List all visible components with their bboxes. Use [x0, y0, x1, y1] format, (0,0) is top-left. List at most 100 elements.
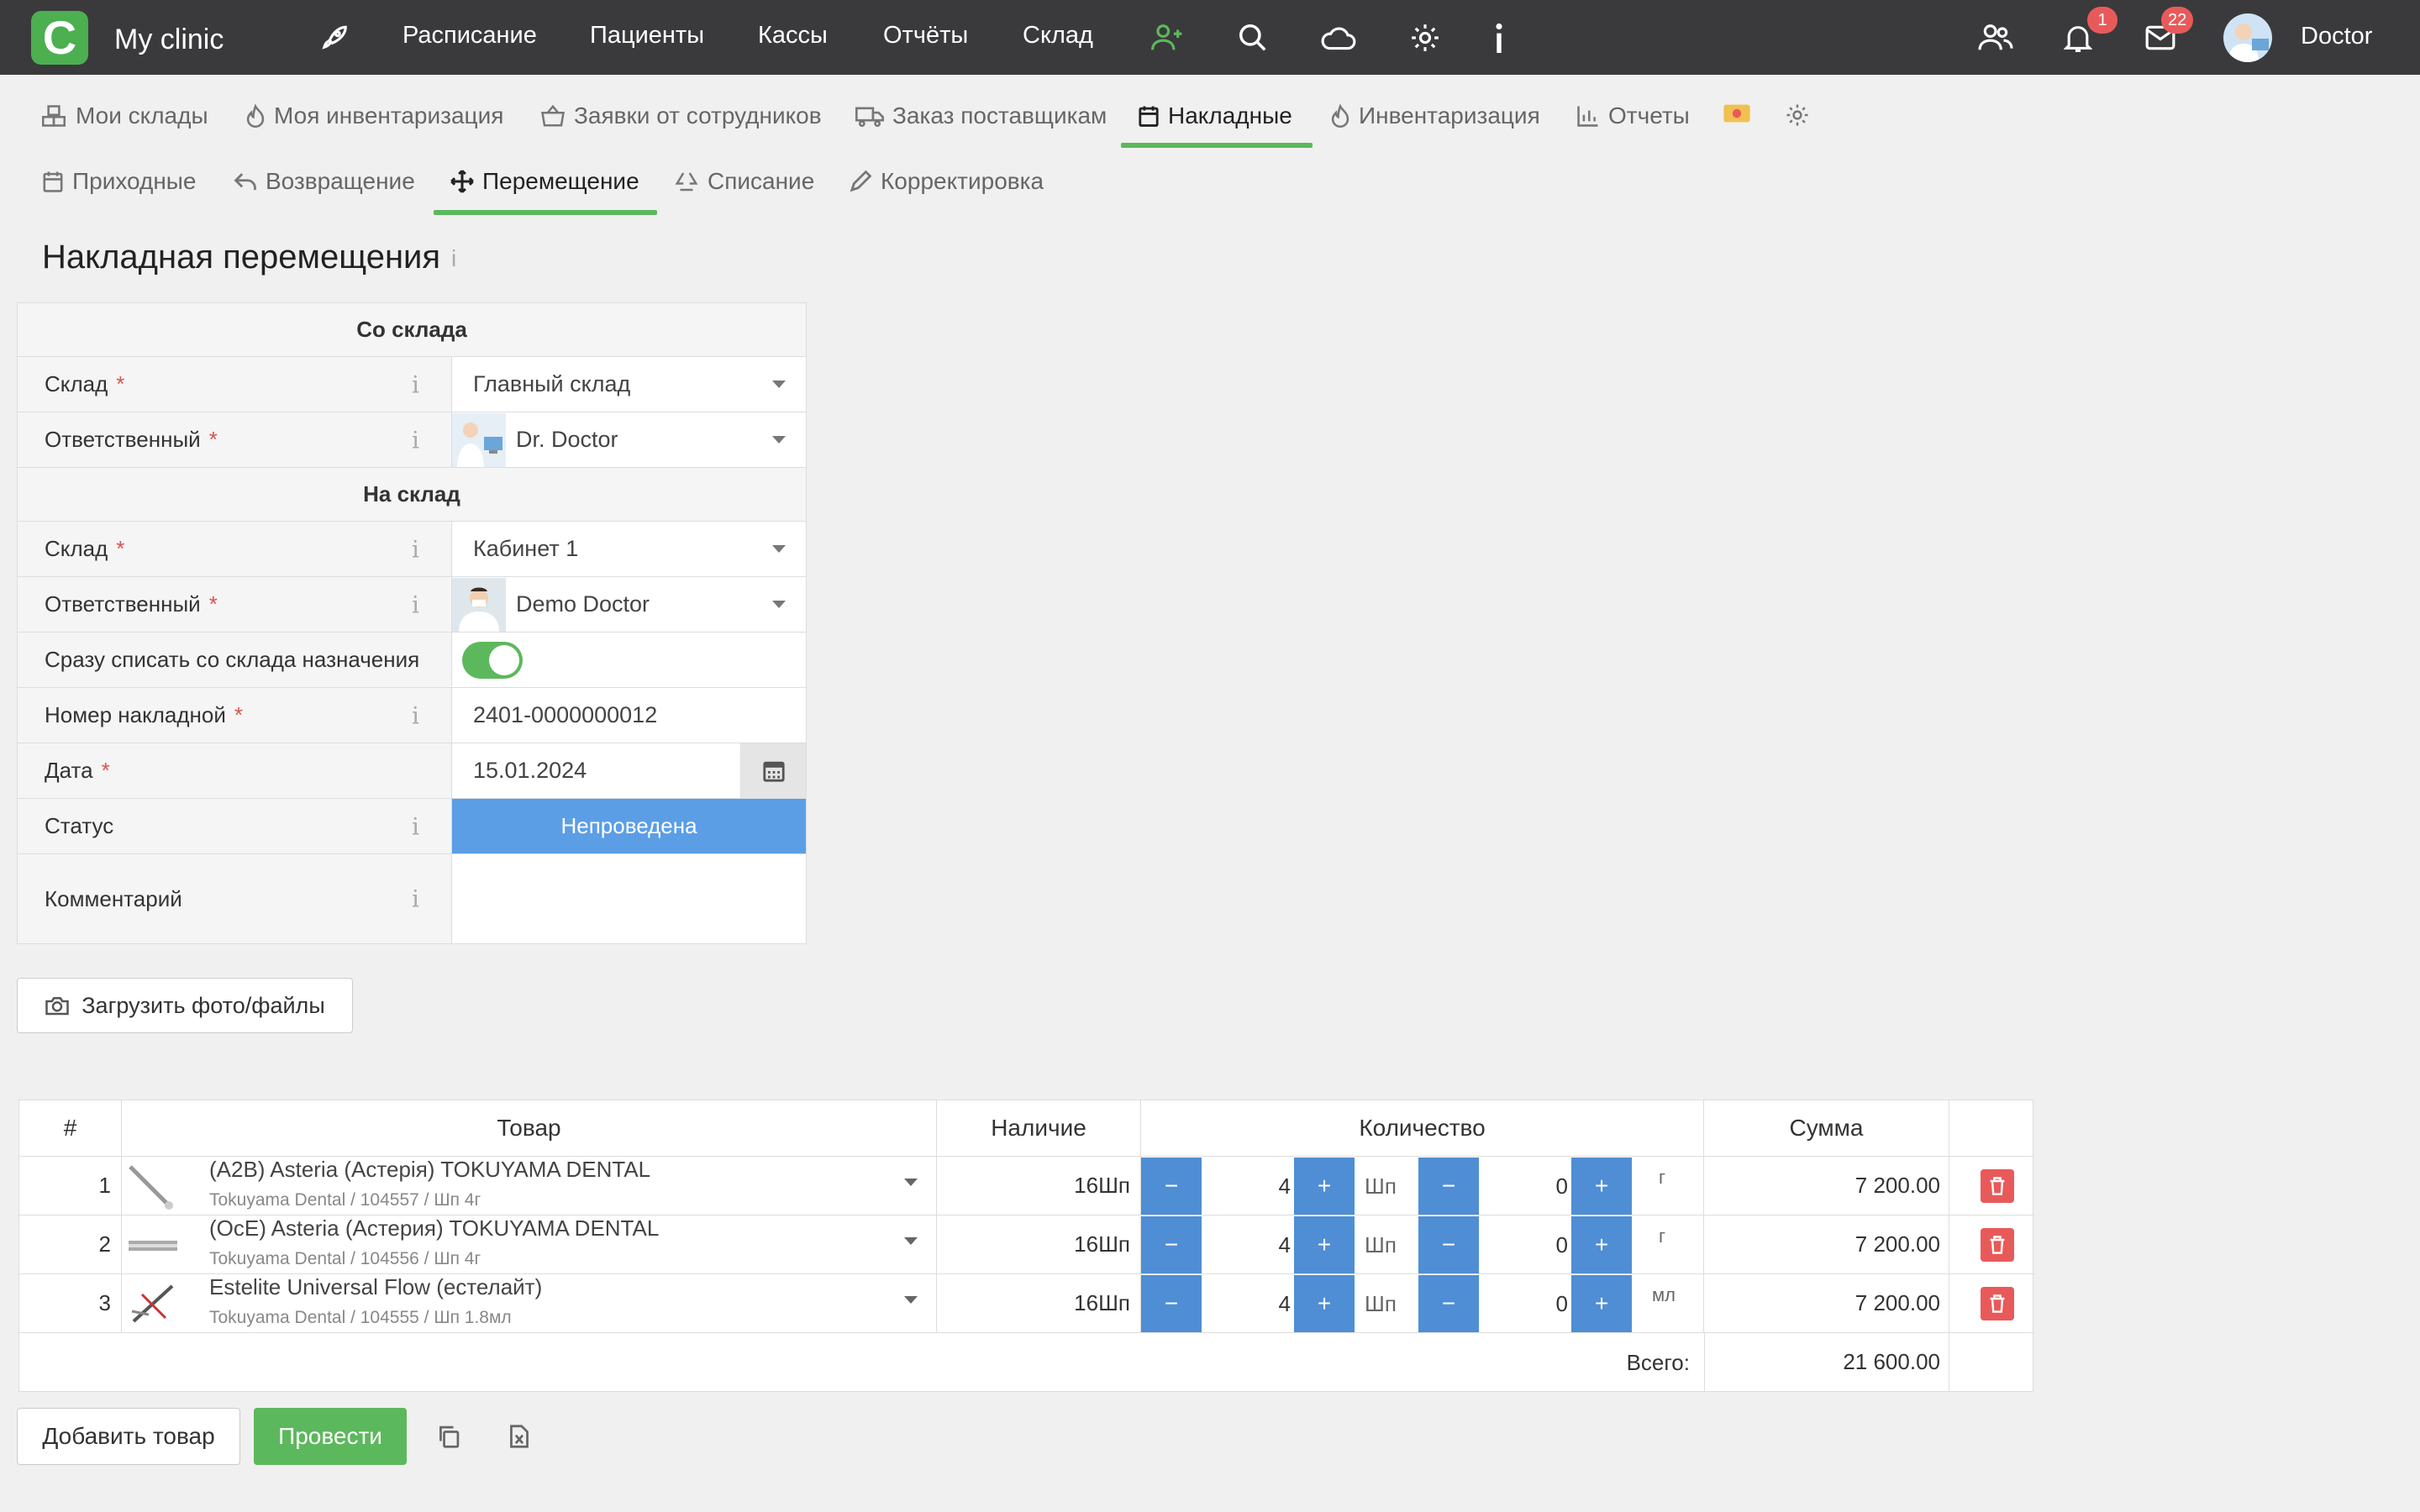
required-mark: * [208, 591, 218, 617]
tab-incoming[interactable]: Приходные [42, 168, 196, 195]
qty-plus-button[interactable]: + [1294, 1275, 1355, 1332]
tab-invoices[interactable]: Накладные [1138, 102, 1292, 129]
row-comment: Комментарий i [18, 854, 806, 943]
nav-reports[interactable]: Отчёты [883, 22, 968, 50]
from-warehouse-select[interactable]: Главный склад [452, 357, 806, 412]
info-icon[interactable]: i [412, 370, 419, 398]
total-value: 21 600.00 [1704, 1333, 1949, 1391]
qty-minus-button[interactable]: − [1141, 1275, 1202, 1332]
tab-label: Моя инвентаризация [274, 102, 504, 129]
page-info-icon[interactable]: i [451, 245, 456, 272]
info-icon[interactable]: i [412, 885, 419, 913]
to-responsible-select[interactable]: Demo Doctor [452, 577, 806, 632]
rocket-icon[interactable] [314, 18, 353, 57]
invoice-number-input[interactable]: 2401-0000000012 [452, 688, 806, 743]
copy-icon[interactable] [434, 1421, 464, 1452]
qty-sub-input[interactable]: 0 [1479, 1215, 1568, 1274]
nav-warehouse[interactable]: Склад [1023, 22, 1093, 50]
tab-writeoff[interactable]: Списание [674, 168, 814, 195]
delete-row-button[interactable] [1981, 1228, 2014, 1262]
qty-plus-button[interactable]: + [1294, 1216, 1355, 1273]
qty-sub-plus-button[interactable]: + [1571, 1158, 1632, 1215]
tab-inventory[interactable]: Инвентаризация [1330, 102, 1540, 129]
comment-textarea[interactable] [452, 854, 806, 943]
label-writeoff: Сразу списать со склада назначения [18, 633, 452, 687]
nav-cash[interactable]: Кассы [758, 22, 828, 50]
from-responsible-select[interactable]: Dr. Doctor [452, 412, 806, 467]
qty-sub-plus-button[interactable]: + [1571, 1216, 1632, 1273]
qty-sub-minus-button[interactable]: − [1418, 1216, 1479, 1273]
product-name: Estelite Universal Flow (естелайт) [209, 1274, 543, 1299]
tab-correction[interactable]: Корректировка [849, 168, 1044, 195]
total-label: Всего: [1626, 1349, 1690, 1375]
qty-sub-minus-button[interactable]: − [1418, 1275, 1479, 1332]
tab-label: Списание [708, 168, 815, 194]
status-button[interactable]: Непроведена [452, 799, 806, 853]
info-icon[interactable]: i [412, 812, 419, 840]
tab-supplier-orders[interactable]: Заказ поставщикам [855, 102, 1107, 129]
add-user-icon[interactable] [1148, 18, 1186, 57]
upload-files-button[interactable]: Загрузить фото/файлы [17, 978, 353, 1033]
writeoff-toggle[interactable] [462, 641, 523, 679]
gear-icon[interactable] [1406, 18, 1444, 57]
delete-row-button[interactable] [1981, 1287, 2014, 1320]
info-icon[interactable]: i [412, 535, 419, 563]
move-icon [450, 170, 474, 193]
excel-export-icon[interactable] [504, 1421, 534, 1452]
product-select[interactable]: (OcE) Asteria (Астерия) TOKUYAMA DENTAL … [122, 1215, 937, 1273]
date-input[interactable]: 15.01.2024 [452, 743, 806, 798]
users-icon[interactable] [1976, 18, 2015, 57]
label-date: Дата * [18, 743, 452, 798]
qty-main-unit: Шп [1365, 1290, 1397, 1316]
tab-reports[interactable]: Отчеты [1576, 102, 1690, 129]
qty-minus-button[interactable]: − [1141, 1158, 1202, 1215]
col-header-product: Товар [122, 1100, 937, 1156]
upload-label: Загрузить фото/файлы [82, 992, 325, 1018]
info-icon[interactable] [1480, 18, 1518, 57]
qty-main-input[interactable]: 4 [1202, 1274, 1291, 1333]
app-logo[interactable]: C [31, 11, 88, 65]
qty-main-input[interactable]: 4 [1202, 1215, 1291, 1274]
qty-main-input[interactable]: 4 [1202, 1157, 1291, 1215]
post-button[interactable]: Провести [254, 1408, 407, 1465]
search-icon[interactable] [1234, 18, 1272, 57]
label-text: Сразу списать со склада назначения [45, 647, 420, 672]
active-tab-indicator [1121, 143, 1313, 148]
product-select[interactable]: Estelite Universal Flow (естелайт) Tokuy… [122, 1274, 937, 1332]
qty-sub-input[interactable]: 0 [1479, 1157, 1568, 1215]
user-avatar[interactable] [2223, 13, 2272, 62]
user-name[interactable]: Doctor [2301, 23, 2372, 50]
tab-settings[interactable] [1785, 102, 1810, 128]
app-name[interactable]: My clinic [114, 24, 224, 56]
nav-schedule[interactable]: Расписание [402, 22, 537, 50]
table-row: 2 (OcE) Asteria (Астерия) TOKUYAMA DENTA… [19, 1215, 2034, 1273]
trash-icon [1990, 1236, 2005, 1254]
qty-sub-input[interactable]: 0 [1479, 1274, 1568, 1333]
tab-returns[interactable]: Возвращение [234, 168, 415, 195]
basket-icon [541, 104, 565, 127]
info-icon[interactable]: i [412, 591, 419, 618]
tab-transfer[interactable]: Перемещение [450, 168, 639, 195]
to-warehouse-select[interactable]: Кабинет 1 [452, 522, 806, 576]
tab-my-warehouses[interactable]: Мои склады [40, 102, 208, 129]
select-value: Dr. Doctor [516, 427, 618, 452]
info-icon[interactable]: i [412, 426, 419, 454]
select-value: Главный склад [473, 371, 631, 396]
nav-patients[interactable]: Пациенты [590, 22, 704, 50]
qty-sub-plus-button[interactable]: + [1571, 1275, 1632, 1332]
tab-ticket[interactable] [1723, 102, 1751, 124]
calendar-button[interactable] [740, 743, 806, 798]
quantity-stepper: − 4 + Шп − 0 + г [1141, 1157, 1704, 1215]
qty-plus-button[interactable]: + [1294, 1158, 1355, 1215]
qty-sub-minus-button[interactable]: − [1418, 1158, 1479, 1215]
cloud-icon[interactable] [1319, 18, 1358, 57]
qty-minus-button[interactable]: − [1141, 1216, 1202, 1273]
delete-row-button[interactable] [1981, 1169, 2014, 1203]
gear-icon [1786, 104, 1808, 126]
tab-staff-requests[interactable]: Заявки от сотрудников [540, 102, 822, 129]
add-product-button[interactable]: Добавить товар [17, 1408, 240, 1465]
page-title: Накладная перемещения [42, 239, 441, 276]
product-select[interactable]: (A2B) Asteria (Астерія) TOKUYAMA DENTAL … [122, 1157, 937, 1215]
info-icon[interactable]: i [412, 701, 419, 729]
tab-my-inventory[interactable]: Моя инвентаризация [245, 102, 503, 129]
